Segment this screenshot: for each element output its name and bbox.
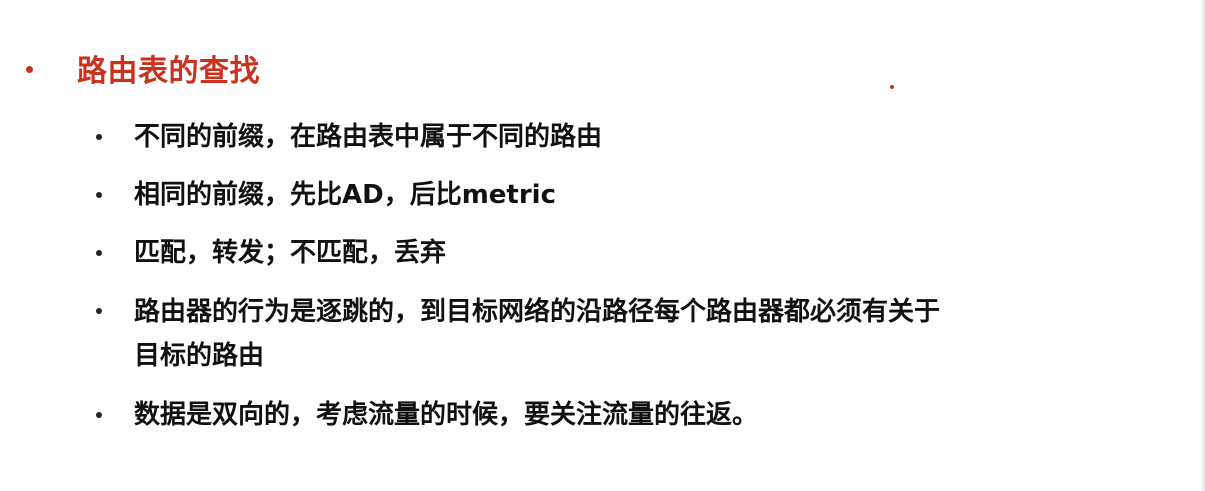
bullet-icon — [96, 412, 102, 418]
slide: 路由表的查找 不同的前缀，在路由表中属于不同的路由 相同的前缀，先比AD，后比m… — [0, 0, 1205, 491]
list-item-text: 数据是双向的，考虑流量的时候，要关注流量的往返。 — [134, 400, 759, 430]
slide-title: 路由表的查找 — [77, 54, 260, 89]
list-item-text: 不同的前缀，在路由表中属于不同的路由 — [134, 122, 603, 152]
list-item: 数据是双向的，考虑流量的时候，要关注流量的往返。 — [96, 394, 1186, 436]
title-row: 路由表的查找 — [26, 46, 260, 90]
bullet-icon — [96, 308, 102, 314]
list-item-text-line-2: 目标的路由 — [134, 341, 265, 371]
bullet-icon — [96, 134, 102, 140]
bullet-icon — [96, 250, 102, 256]
bullet-icon — [96, 192, 102, 198]
list-item-text: 相同的前缀，先比AD，后比metric — [134, 180, 557, 210]
list-item: 路由器的行为是逐跳的，到目标网络的沿路径每个路由器都必须有关于 目标的路由 — [96, 290, 1186, 378]
title-bullet-icon — [26, 65, 33, 73]
list-item-text-line-1: 路由器的行为是逐跳的，到目标网络的沿路径每个路由器都必须有关于 — [134, 297, 941, 327]
list-item: 匹配，转发；不匹配，丢弃 — [96, 232, 1186, 274]
list-item: 相同的前缀，先比AD，后比metric — [96, 174, 1186, 216]
bullet-list: 不同的前缀，在路由表中属于不同的路由 相同的前缀，先比AD，后比metric 匹… — [96, 116, 1186, 452]
list-item: 不同的前缀，在路由表中属于不同的路由 — [96, 116, 1186, 158]
stray-dot-icon — [890, 85, 894, 89]
list-item-text: 匹配，转发；不匹配，丢弃 — [134, 238, 447, 268]
